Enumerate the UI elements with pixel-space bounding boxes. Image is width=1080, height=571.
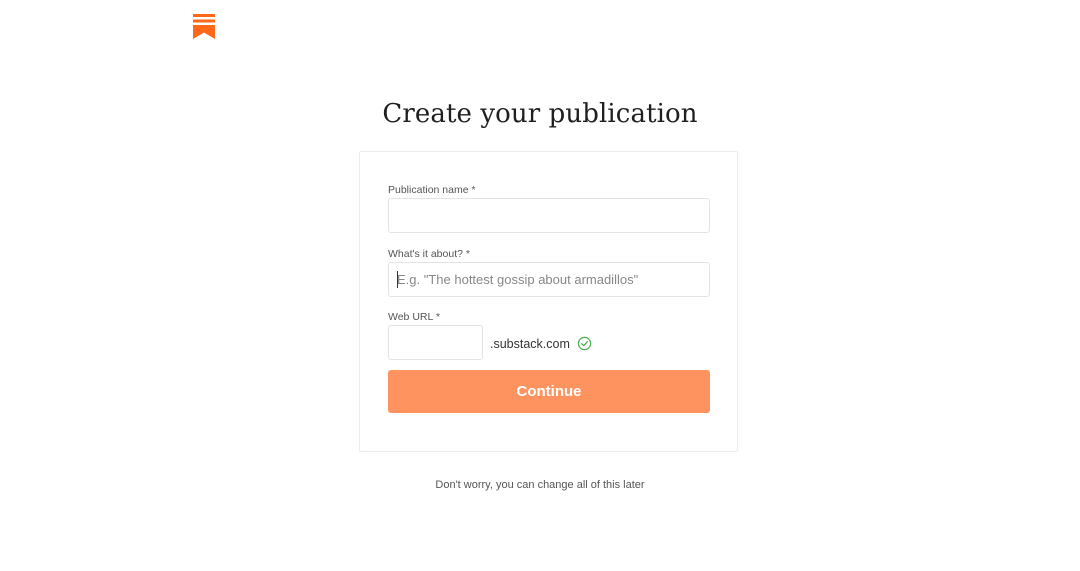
- publication-form-card: Publication name * What's it about? * We…: [359, 151, 738, 452]
- text-caret: [397, 271, 398, 288]
- page-title: Create your publication: [382, 99, 698, 129]
- web-url-label: Web URL *: [388, 311, 440, 323]
- about-label: What's it about? *: [388, 248, 470, 260]
- publication-name-input[interactable]: [388, 198, 710, 233]
- substack-logo-icon[interactable]: [193, 14, 215, 39]
- continue-button[interactable]: Continue: [388, 370, 710, 413]
- web-url-input[interactable]: [388, 325, 483, 360]
- check-circle-icon: [577, 336, 592, 351]
- publication-name-label: Publication name *: [388, 184, 476, 196]
- footnote: Don't worry, you can change all of this …: [435, 479, 645, 491]
- url-suffix: .substack.com: [490, 337, 570, 351]
- about-input[interactable]: [388, 262, 710, 297]
